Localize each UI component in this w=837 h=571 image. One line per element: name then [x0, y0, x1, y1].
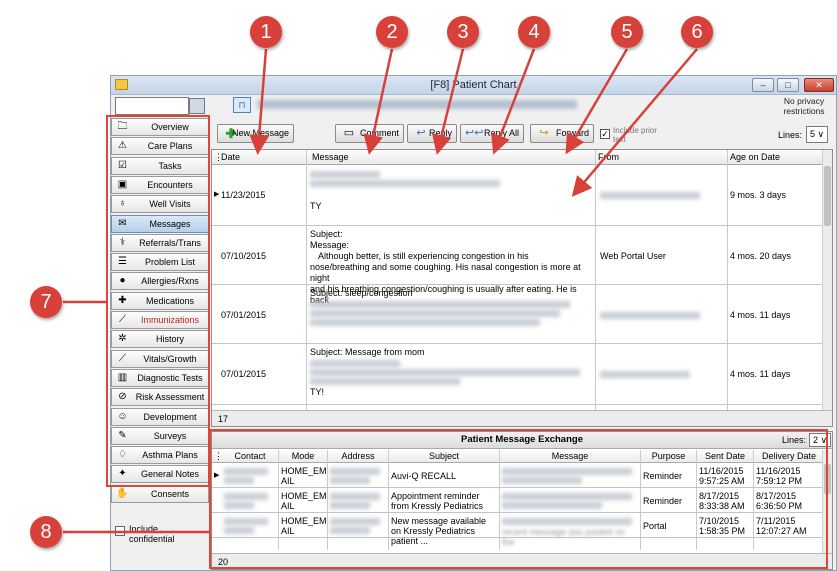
callout-2: 2 [376, 16, 408, 48]
message-body: Subject: sleep/congestion [310, 288, 592, 328]
patient-header: ⊓ No privacy restrictions [111, 95, 836, 118]
message-toolbar: ✚ New Message ▭ Comment ↩ Reply ↩↩ Reply… [211, 121, 836, 147]
callout-4: 4 [518, 16, 550, 48]
messages-count: 17 [218, 414, 229, 424]
messages-grid: ⋮ Date Message From Age on Date ▶ 11/23/… [211, 149, 833, 427]
exchange-highlight-frame [209, 429, 828, 569]
patient-lookup-icon[interactable] [189, 98, 205, 114]
callout-7: 7 [30, 286, 62, 318]
portal-logo-icon: ⊓ [233, 97, 251, 113]
patient-search-input[interactable] [115, 97, 189, 115]
forward-button[interactable]: ↪ Forward [530, 124, 594, 143]
message-line: Subject: [310, 229, 343, 239]
sidebar-highlight-frame [106, 115, 210, 487]
message-body: TY [310, 169, 590, 212]
window-title: [F8] Patient Chart [430, 79, 517, 91]
minimize-button[interactable]: ‒ [752, 78, 774, 92]
message-line: Message: [310, 240, 350, 250]
message-row[interactable]: ▶ 11/23/2015 TY 9 mos. 3 days [212, 166, 832, 226]
message-row[interactable]: 07/10/2015 Subject: Message: Although be… [212, 227, 832, 305]
include-prior-checkbox[interactable]: ✓ [600, 129, 610, 139]
close-button[interactable]: ✕ [804, 78, 834, 92]
message-age: 4 mos. 11 days [730, 310, 791, 320]
lines-select[interactable]: 5 ∨ [806, 126, 828, 143]
privacy-status: No privacy restrictions [783, 96, 825, 116]
forward-icon: ↪ [539, 127, 549, 139]
message-line: Although better, is still experiencing c… [318, 251, 529, 261]
include-confidential-label: Include confidential [129, 524, 175, 544]
include-prior-label: Include prior text [613, 126, 658, 144]
callout-8: 8 [30, 516, 62, 548]
callout-3: 3 [447, 16, 479, 48]
message-line: Subject: Message from mom [310, 347, 425, 357]
message-row[interactable]: 07/01/2015 Subject: Message from mom TY!… [212, 345, 832, 405]
col-date[interactable]: Date [221, 152, 240, 162]
message-line: TY! [310, 387, 325, 397]
comment-icon: ▭ [343, 127, 355, 139]
comment-label: Comment [359, 128, 399, 138]
message-age: 4 mos. 11 days [730, 369, 791, 379]
message-row[interactable]: 07/01/2015 Subject: sleep/congestion 4 m… [212, 286, 832, 344]
message-from: Web Portal User [600, 251, 666, 261]
sidebar-item-consents[interactable]: ✋ Consents [111, 484, 209, 503]
new-message-label: New Message [231, 128, 289, 138]
message-age: 9 mos. 3 days [730, 190, 787, 200]
sidebar-item-label: Consents [150, 488, 190, 499]
reply-all-icon: ↩↩ [465, 127, 484, 139]
callout-5: 5 [611, 16, 643, 48]
messages-footer: 17 [212, 410, 832, 426]
message-date: 11/23/2015 [221, 190, 266, 200]
title-bar: [F8] Patient Chart ‒ □ ✕ [111, 76, 836, 95]
new-message-button[interactable]: ✚ New Message [217, 124, 294, 143]
scroll-thumb[interactable] [824, 166, 831, 226]
message-line: Subject: sleep/congestion [310, 288, 413, 298]
message-date: 07/01/2015 [221, 369, 267, 379]
reply-label: Reply [428, 128, 452, 138]
message-body: Subject: Message from mom TY! [310, 347, 592, 398]
message-line: nose/breathing and some coughing. His na… [310, 262, 581, 283]
comment-button[interactable]: ▭ Comment [335, 124, 404, 143]
col-message[interactable]: Message [312, 152, 349, 162]
message-date: 07/10/2015 [221, 251, 267, 261]
callout-1: 1 [250, 16, 282, 48]
messages-header: ⋮ Date Message From Age on Date [212, 150, 832, 165]
lines-label: Lines: [778, 130, 803, 140]
col-age[interactable]: Age on Date [730, 152, 780, 162]
consent-icon: ✋ [116, 487, 129, 499]
maximize-button[interactable]: □ [777, 78, 799, 92]
reply-icon: ↩ [416, 127, 426, 139]
col-from[interactable]: From [598, 152, 619, 162]
message-line: TY [310, 201, 322, 211]
callout-6: 6 [681, 16, 713, 48]
include-confidential-checkbox[interactable] [115, 526, 125, 536]
current-row-pointer-icon: ▶ [214, 191, 220, 198]
reply-button[interactable]: ↩ Reply [407, 124, 457, 143]
patient-info-banner [257, 100, 577, 109]
message-age: 4 mos. 20 days [730, 251, 792, 261]
reply-all-label: Reply All [483, 128, 519, 138]
reply-all-button[interactable]: ↩↩ Reply All [460, 124, 524, 143]
message-date: 07/01/2015 [221, 310, 267, 320]
forward-label: Forward [555, 128, 589, 138]
messages-scrollbar[interactable] [822, 150, 832, 426]
